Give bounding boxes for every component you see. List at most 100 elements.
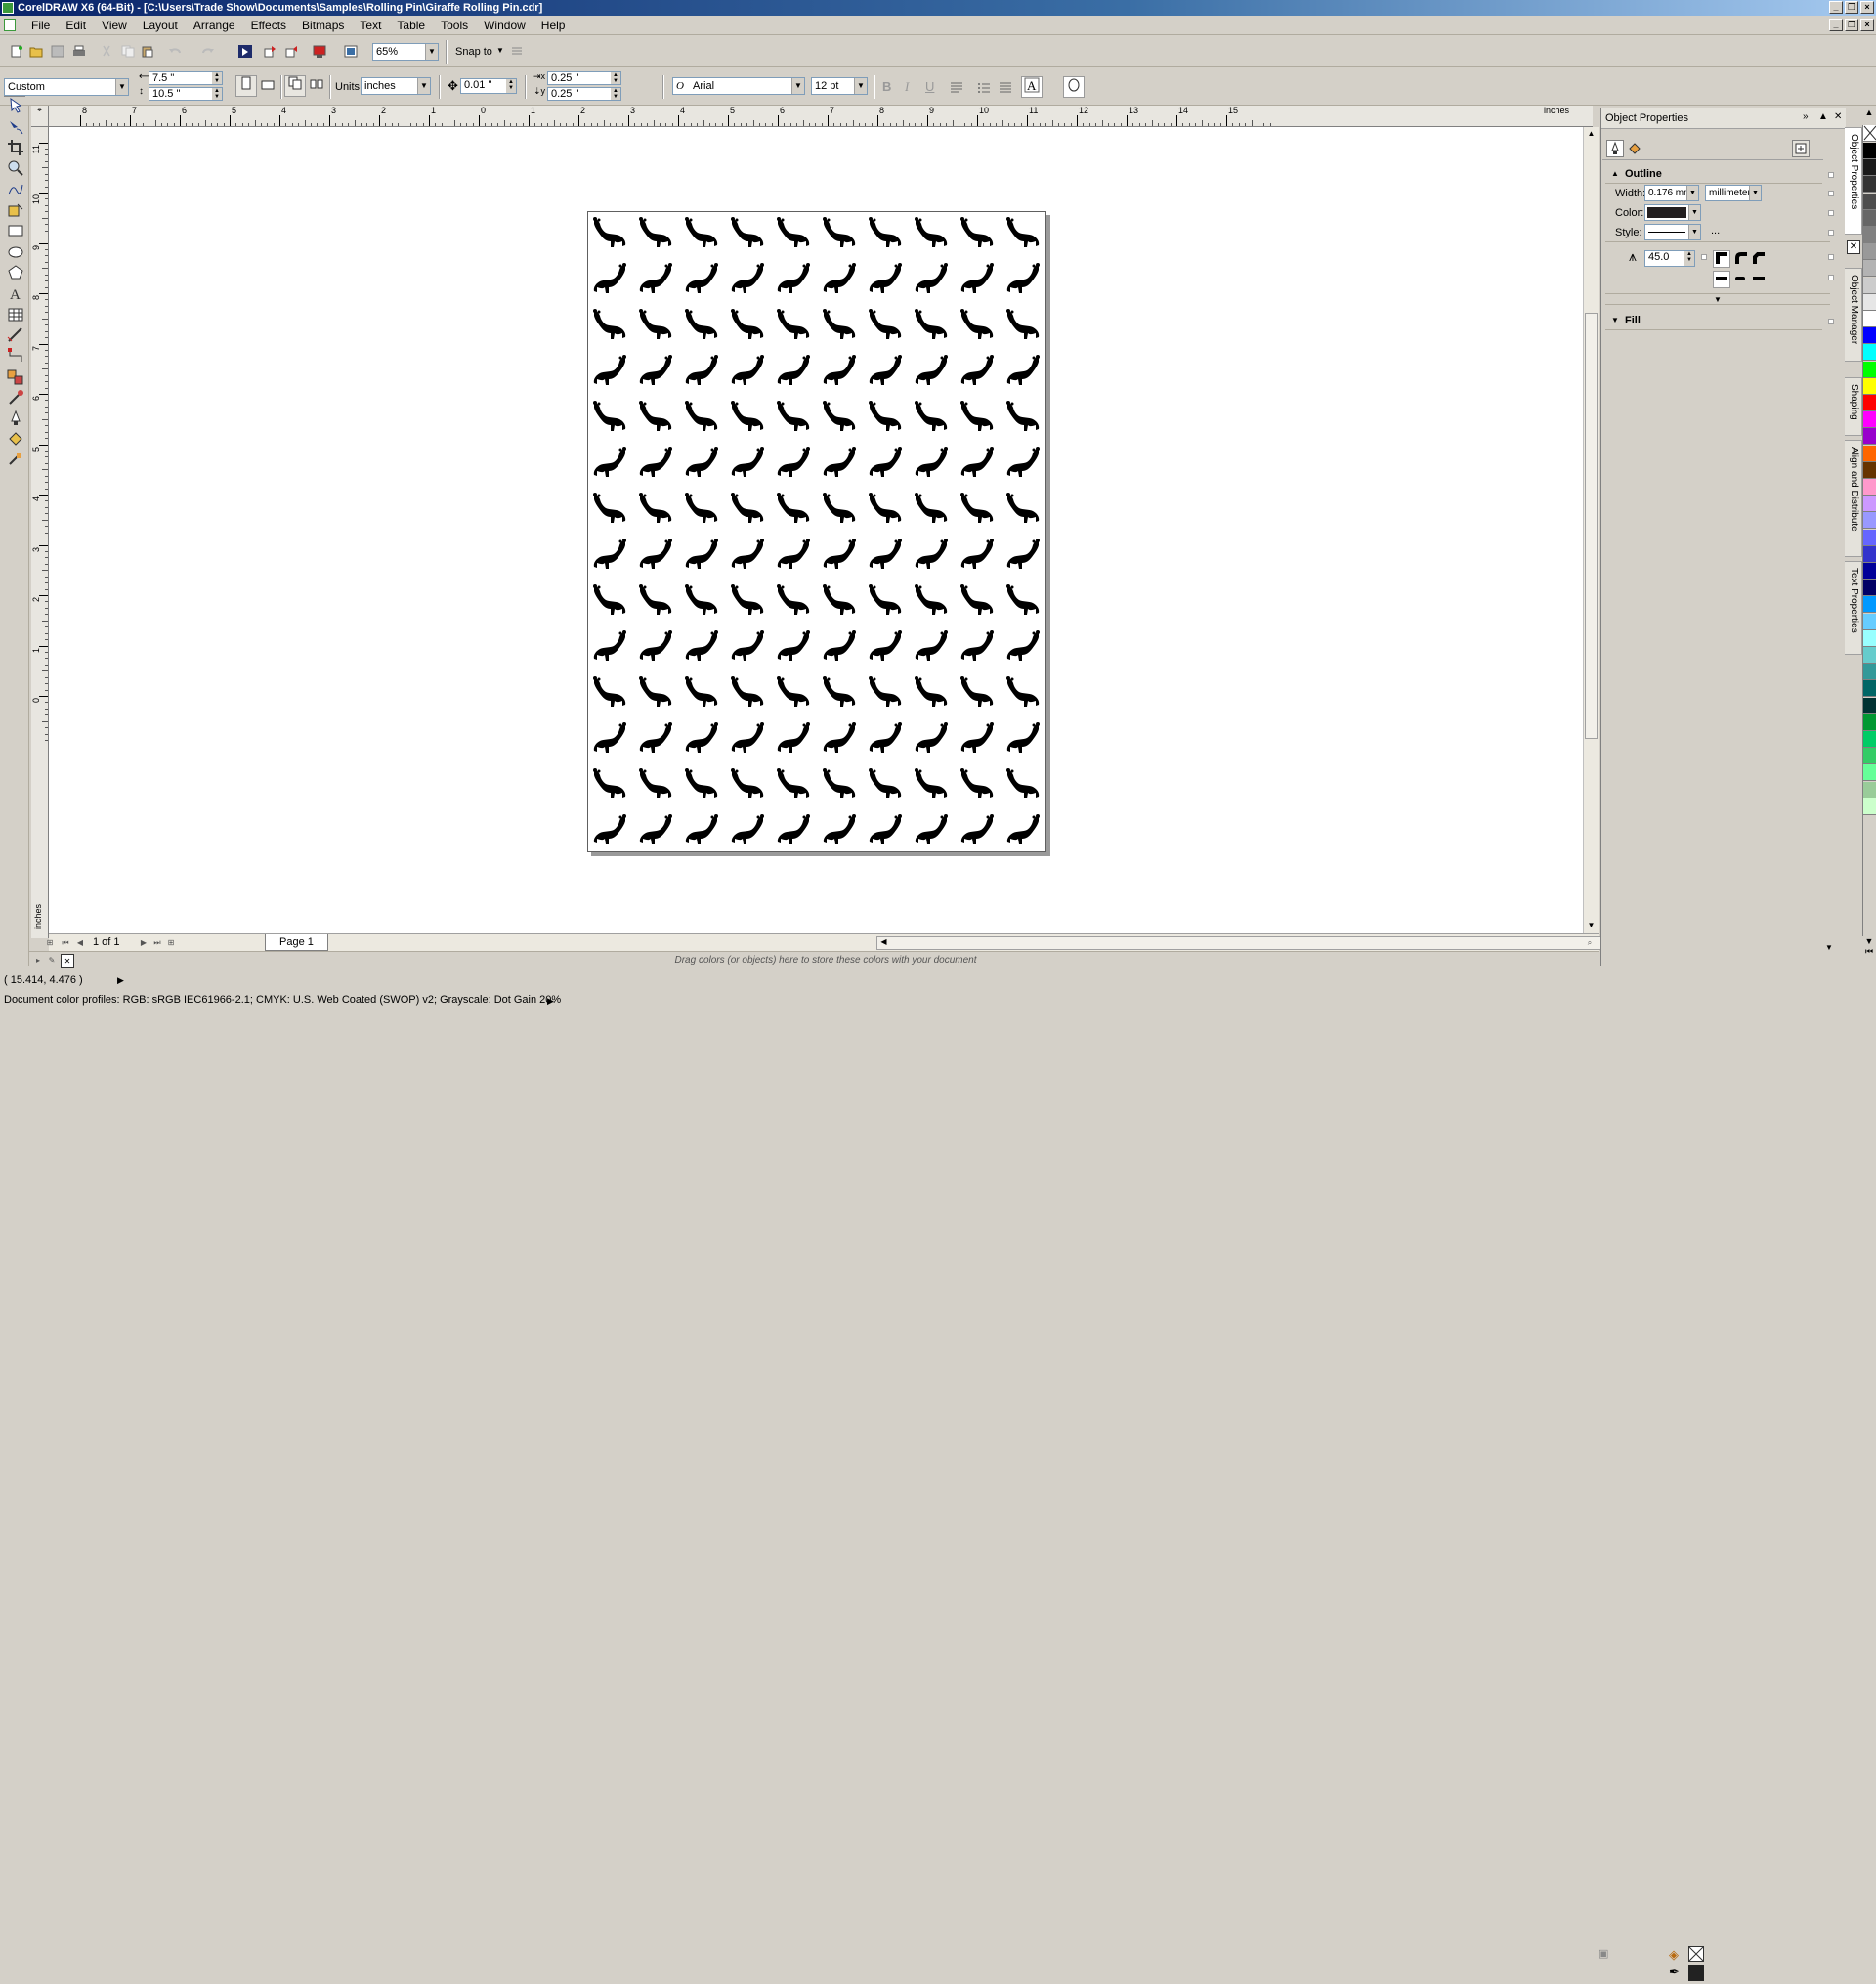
vertical-scrollbar[interactable]: ▲ ▼ xyxy=(1583,127,1599,933)
vertical-scroll-thumb[interactable] xyxy=(1585,313,1598,739)
giraffe-shape[interactable] xyxy=(639,309,672,339)
horizontal-ruler[interactable]: 8 7 6 5 4 3 2 1 0 1 2 3 4 5 6 7 8 9 10 11 12 13 14 15 inches xyxy=(49,106,1593,127)
outline-tool-icon[interactable] xyxy=(6,409,25,428)
bevel-join-button[interactable] xyxy=(1750,250,1768,268)
connector-tool-icon[interactable] xyxy=(6,346,25,366)
search-content-icon[interactable] xyxy=(236,43,254,61)
nudge-distance-input[interactable]: 0.01 " ▲ ▼ xyxy=(460,78,517,94)
color-swatch[interactable] xyxy=(1863,428,1876,446)
giraffe-shape[interactable] xyxy=(639,722,672,753)
giraffe-shape[interactable] xyxy=(731,263,764,293)
color-swatch[interactable] xyxy=(1863,731,1876,748)
giraffe-shape[interactable] xyxy=(869,263,902,293)
shape-tool-icon[interactable] xyxy=(6,117,25,137)
snap-to-label[interactable]: Snap to xyxy=(455,46,492,58)
giraffe-shape[interactable] xyxy=(685,309,718,339)
duplicate-distance-y-input[interactable]: 0.25 " ▲ ▼ xyxy=(547,87,621,101)
document-color-profiles[interactable]: Document color profiles: RGB: sRGB IEC61… xyxy=(4,994,561,1006)
giraffe-shape[interactable] xyxy=(960,217,994,247)
bullet-list-icon[interactable] xyxy=(975,79,993,97)
giraffe-shape[interactable] xyxy=(731,355,764,385)
giraffe-shape[interactable] xyxy=(731,447,764,477)
profiles-expand-icon[interactable]: ▶ xyxy=(547,996,554,1007)
giraffe-shape[interactable] xyxy=(731,630,764,661)
menu-arrange[interactable]: Arrange xyxy=(186,19,243,32)
font-list-select[interactable]: O Arial ▼ xyxy=(672,77,805,95)
giraffe-shape[interactable] xyxy=(915,584,948,615)
giraffe-shape[interactable] xyxy=(777,401,810,431)
giraffe-shape[interactable] xyxy=(639,676,672,707)
giraffe-shape[interactable] xyxy=(1006,217,1040,247)
drop-cap-icon[interactable] xyxy=(997,79,1014,97)
text-properties-button[interactable]: A xyxy=(1021,76,1043,98)
giraffe-shape[interactable] xyxy=(639,768,672,798)
restore-button[interactable]: ❐ xyxy=(1845,1,1858,14)
giraffe-shape[interactable] xyxy=(823,539,856,569)
giraffe-shape[interactable] xyxy=(823,447,856,477)
bold-button[interactable]: B xyxy=(882,79,891,94)
giraffe-shape[interactable] xyxy=(960,401,994,431)
align-distribute-side-tab[interactable]: Align and Distribute xyxy=(1845,440,1862,557)
color-swatch[interactable] xyxy=(1863,764,1876,782)
eyedropper-tool-icon[interactable] xyxy=(6,388,25,408)
giraffe-shape[interactable] xyxy=(731,584,764,615)
giraffe-shape[interactable] xyxy=(593,447,626,477)
giraffe-shape[interactable] xyxy=(915,539,948,569)
giraffe-shape[interactable] xyxy=(823,309,856,339)
doc-close-button[interactable]: × xyxy=(1860,19,1874,31)
outline-color-swatch[interactable] xyxy=(1688,1965,1704,1981)
docker-minimize-icon[interactable]: ▲ xyxy=(1818,111,1828,122)
previous-page-icon[interactable]: ◀ xyxy=(73,936,87,950)
ellipse-tool-icon[interactable] xyxy=(6,242,25,262)
giraffe-shape[interactable] xyxy=(1006,447,1040,477)
giraffe-shape[interactable] xyxy=(823,630,856,661)
zoom-level-select[interactable]: 65% ▼ xyxy=(372,43,439,61)
cut-icon[interactable] xyxy=(98,43,115,61)
giraffe-shape[interactable] xyxy=(639,447,672,477)
color-swatch[interactable] xyxy=(1863,395,1876,411)
giraffe-pattern[interactable] xyxy=(588,212,1046,852)
scroll-down-arrow-icon[interactable]: ▼ xyxy=(1585,919,1598,932)
color-swatch[interactable] xyxy=(1863,713,1876,731)
giraffe-shape[interactable] xyxy=(731,309,764,339)
add-page-before-icon[interactable]: ⊞ xyxy=(43,936,57,950)
giraffe-shape[interactable] xyxy=(593,722,626,753)
giraffe-shape[interactable] xyxy=(593,309,626,339)
giraffe-shape[interactable] xyxy=(1006,630,1040,661)
menu-bitmaps[interactable]: Bitmaps xyxy=(294,19,352,32)
color-swatch[interactable] xyxy=(1863,629,1876,647)
page-height-input[interactable]: 10.5 " ▲ ▼ xyxy=(149,87,223,101)
spin-arrows-icon[interactable]: ▲ ▼ xyxy=(1684,251,1694,266)
palette-scroll-down-icon[interactable]: ▼ xyxy=(1862,936,1876,946)
color-swatch[interactable] xyxy=(1863,461,1876,479)
giraffe-shape[interactable] xyxy=(915,217,948,247)
color-swatch[interactable] xyxy=(1863,781,1876,798)
spin-arrows-icon[interactable]: ▲ ▼ xyxy=(611,88,620,100)
font-size-select[interactable]: 12 pt ▼ xyxy=(811,77,868,95)
object-manager-side-tab[interactable]: Object Manager xyxy=(1845,268,1862,362)
outline-expand-more[interactable]: ▼ xyxy=(1605,293,1830,305)
portrait-button[interactable] xyxy=(235,75,257,97)
giraffe-shape[interactable] xyxy=(1006,355,1040,385)
page-width-input[interactable]: 7.5 " ▲ ▼ xyxy=(149,71,223,85)
giraffe-shape[interactable] xyxy=(639,630,672,661)
color-swatch[interactable] xyxy=(1863,293,1876,311)
giraffe-shape[interactable] xyxy=(960,722,994,753)
giraffe-shape[interactable] xyxy=(915,263,948,293)
smart-fill-tool-icon[interactable] xyxy=(6,200,25,220)
menu-window[interactable]: Window xyxy=(476,19,533,32)
color-swatch[interactable] xyxy=(1863,193,1876,210)
edit-text-button[interactable] xyxy=(1063,76,1085,98)
giraffe-shape[interactable] xyxy=(777,217,810,247)
add-page-after-icon[interactable]: ⊞ xyxy=(164,936,178,950)
giraffe-shape[interactable] xyxy=(593,630,626,661)
docker-collapse-icon[interactable]: » xyxy=(1803,111,1809,122)
text-properties-side-tab[interactable]: Text Properties xyxy=(1845,561,1862,655)
color-swatch[interactable] xyxy=(1863,479,1876,496)
giraffe-shape[interactable] xyxy=(823,493,856,523)
menu-help[interactable]: Help xyxy=(533,19,574,32)
giraffe-shape[interactable] xyxy=(593,676,626,707)
publish-pdf-icon[interactable] xyxy=(311,43,328,61)
giraffe-shape[interactable] xyxy=(869,768,902,798)
color-swatch[interactable] xyxy=(1863,327,1876,345)
